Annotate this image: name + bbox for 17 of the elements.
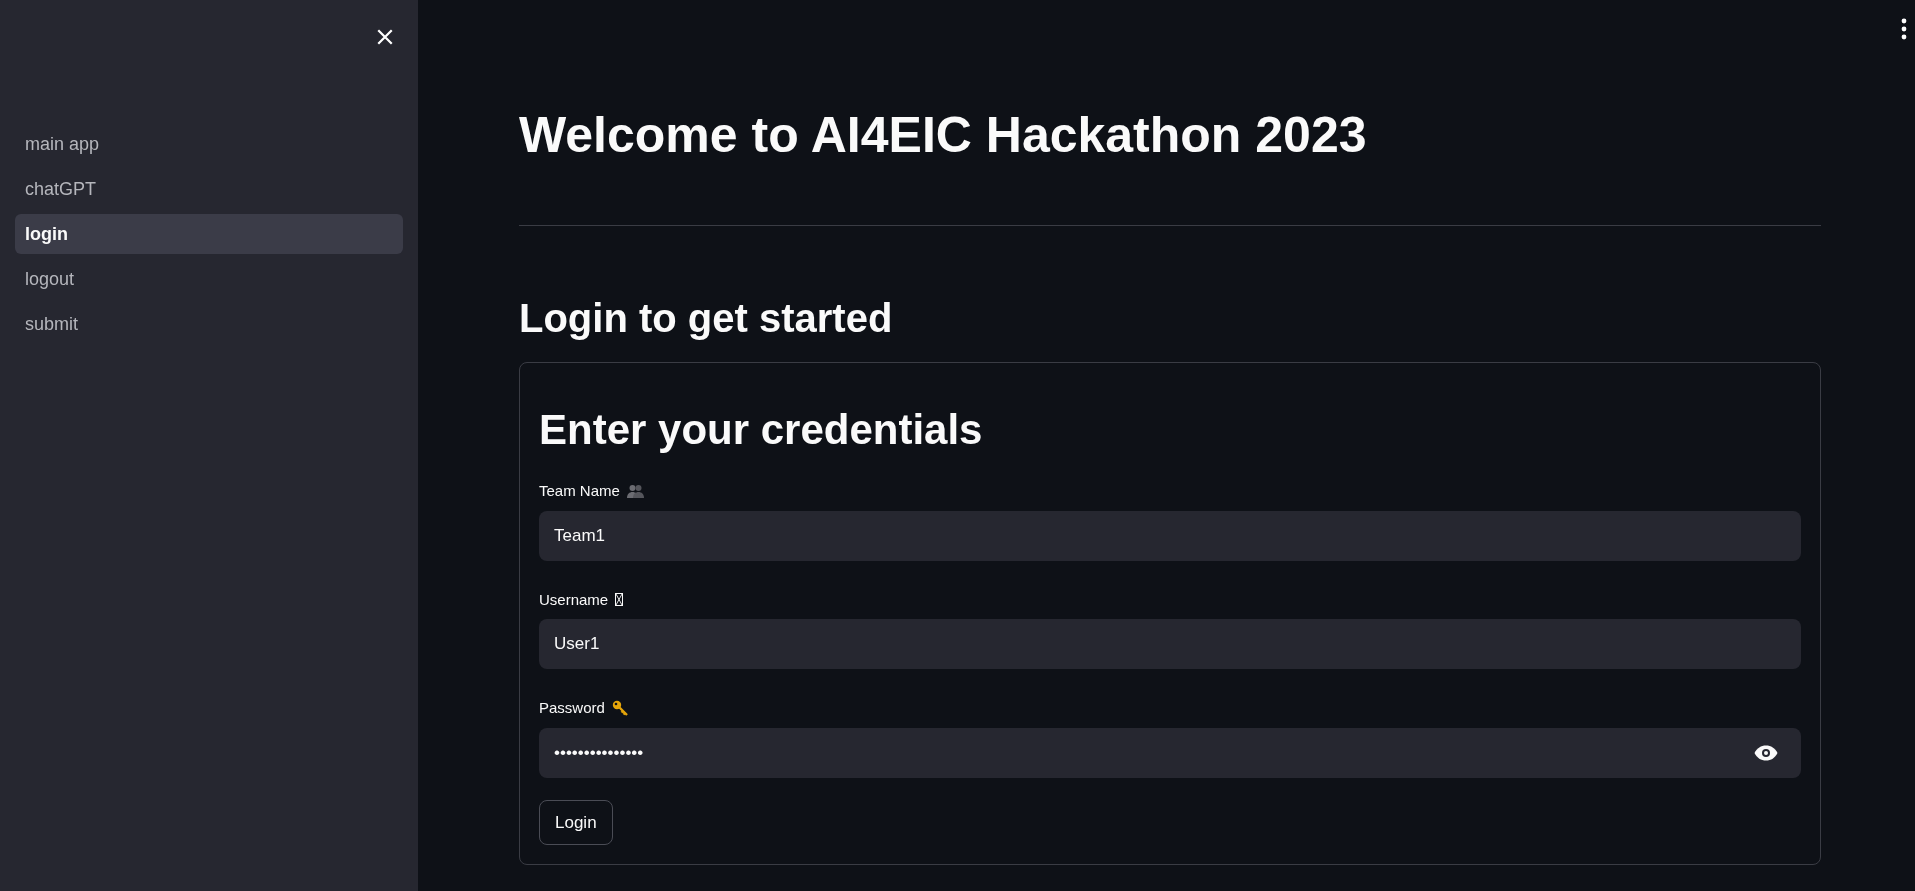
form-heading: Enter your credentials: [539, 407, 984, 454]
sidebar-item[interactable]: chatGPT: [15, 169, 403, 209]
sidebar-item[interactable]: logout: [15, 259, 403, 299]
sidebar-item[interactable]: login: [15, 214, 403, 254]
key-icon: [611, 700, 628, 717]
sidebar-item[interactable]: submit: [15, 304, 403, 344]
menu-icon[interactable]: [1901, 18, 1907, 40]
people-icon: [626, 484, 644, 499]
eye-icon[interactable]: [1754, 744, 1778, 761]
sidebar-item[interactable]: main app: [15, 124, 403, 164]
page-title: Welcome to AI4EIC Hackathon 2023: [519, 108, 1368, 163]
section-heading: Login to get started: [519, 296, 894, 340]
field-label: Team Name: [539, 481, 620, 502]
field-label: Password: [539, 698, 605, 719]
field-label: Username: [539, 589, 609, 610]
missing-glyph-icon: [615, 593, 624, 607]
login-button[interactable]: Login: [539, 799, 613, 846]
